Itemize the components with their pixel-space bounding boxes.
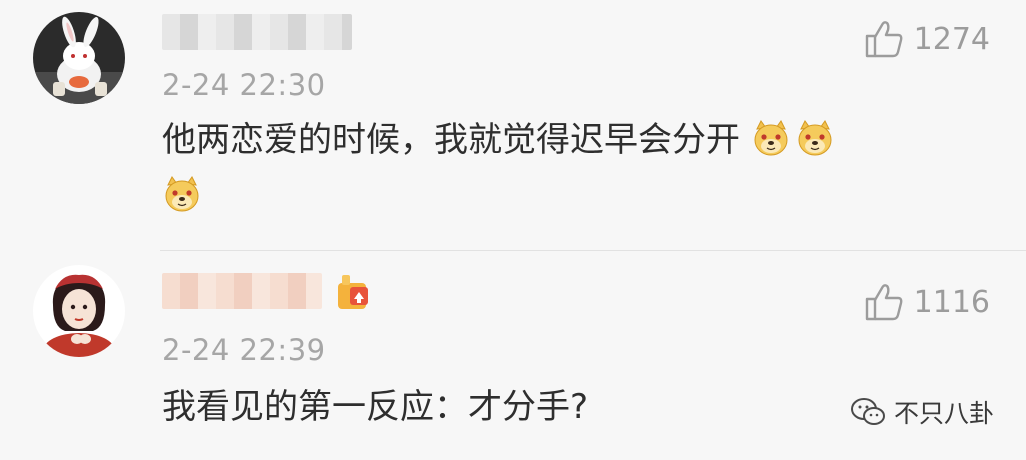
like-count: 1116 [913,284,990,320]
thumbs-up-icon [865,284,903,321]
comment-text: 我看见的第一反应：才分手? [162,381,962,433]
comment-text: 他两恋爱的时候，我就觉得迟早会分开 [162,114,962,222]
comment-text-content: 我看见的第一反应：才分手? [162,387,589,427]
comment-item: 2-24 22:30 1274 他两恋爱的时候，我就觉得迟早会分开 [0,0,1026,250]
emoji-row [162,170,962,222]
comment-timestamp: 2-24 22:39 [162,333,326,367]
thumbs-up-icon [865,21,903,58]
doge-emoji-icon [162,175,202,213]
avatar[interactable] [33,265,125,357]
comment-timestamp: 2-24 22:30 [162,68,326,102]
username-blurred[interactable] [162,273,322,309]
wechat-icon [850,398,885,425]
avatar-image [33,265,125,357]
username-blurred[interactable] [162,14,352,50]
watermark-label: 不只八卦 [893,399,994,428]
doge-emoji-icon [751,119,791,157]
member-badge-icon [336,273,374,313]
like-button[interactable]: 1274 [864,20,990,58]
like-count: 1274 [913,21,990,57]
doge-emoji-icon [795,119,835,157]
avatar-image [33,12,125,104]
watermark: 不只八卦 [850,394,994,430]
comment-text-content: 他两恋爱的时候，我就觉得迟早会分开 [162,120,740,160]
avatar[interactable] [33,12,125,104]
like-button[interactable]: 1116 [864,283,990,321]
